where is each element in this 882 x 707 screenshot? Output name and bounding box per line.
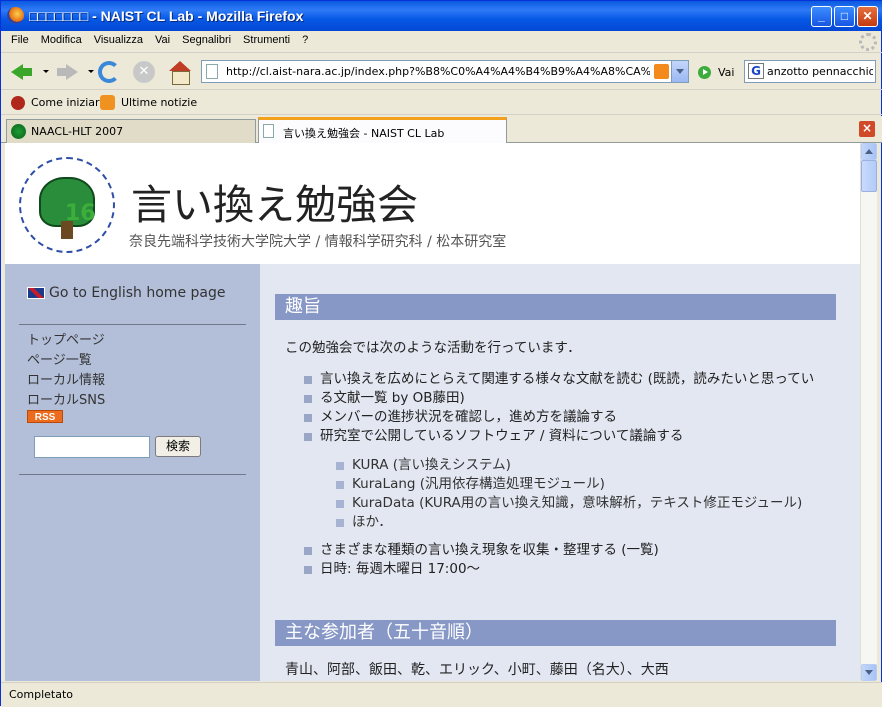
forward-arrow-icon[interactable]	[54, 59, 80, 85]
list-item-other: ほか．	[334, 513, 802, 532]
getting-started-icon	[11, 96, 25, 110]
tab-label: NAACL-HLT 2007	[31, 125, 124, 138]
close-tab-icon[interactable]: ×	[859, 121, 875, 137]
section-heading-purpose: 趣旨	[275, 294, 836, 320]
menu-file[interactable]: File	[5, 31, 35, 46]
google-engine-icon[interactable]: G	[748, 63, 764, 79]
list-item-kuradata[interactable]: KuraData (KURA用の言い換え知識，意味解析，テキスト修正モジュール)	[334, 494, 802, 513]
nav-page-list[interactable]: ページ一覧	[27, 351, 105, 371]
sidebar-nav: トップページ ページ一覧 ローカル情報 ローカルSNS	[27, 331, 105, 411]
list-item: メンバーの進捗状況を確認し，進め方を議論する	[302, 408, 814, 427]
stop-icon[interactable]: ✕	[133, 61, 155, 83]
english-link-label[interactable]: Go to English home page	[49, 285, 225, 301]
menu-modifica[interactable]: Modifica	[35, 31, 88, 46]
maximize-button[interactable]: □	[834, 6, 855, 27]
main-content: 趣旨 この勉強会では次のような活動を行っています． 言い換えを広めにとらえて関連…	[260, 264, 860, 681]
live-bookmark-icon	[100, 95, 115, 110]
divider	[19, 324, 246, 325]
menu-strumenti[interactable]: Strumenti	[237, 31, 296, 46]
scroll-up-arrow-icon[interactable]	[861, 143, 877, 160]
scroll-down-arrow-icon[interactable]	[861, 664, 877, 681]
tab-strip: NAACL-HLT 2007 言い換え勉強会 - NAIST CL Lab ×	[1, 116, 882, 144]
bookmark-latest-news[interactable]: Ultime notizie	[121, 96, 197, 109]
bookmarks-toolbar: Come iniziare Ultime notizie	[1, 91, 882, 115]
search-input[interactable]: anzotto pennacchiotti	[767, 65, 873, 78]
scroll-thumb[interactable]	[861, 160, 877, 192]
status-text: Completato	[9, 688, 74, 701]
minimize-button[interactable]: _	[811, 6, 832, 27]
vertical-scrollbar[interactable]	[860, 143, 877, 681]
site-favicon-icon	[11, 124, 26, 139]
list-item-kura[interactable]: KURA (言い換えシステム)	[334, 456, 802, 475]
nav-local-info[interactable]: ローカル情報	[27, 371, 105, 391]
address-bar[interactable]: http://cl.aist-nara.ac.jp/index.php?%B8%…	[201, 60, 689, 83]
members-text: 青山、阿部、飯田、乾、エリック、小町、藤田（名大）、大西	[285, 662, 669, 678]
menu-segnalibri[interactable]: Segnalibri	[176, 31, 237, 46]
bookmark-getting-started[interactable]: Come iniziare	[31, 96, 106, 109]
address-dropdown-icon[interactable]	[671, 61, 688, 82]
page-icon	[263, 124, 274, 138]
forward-history-dropdown-icon[interactable]	[88, 70, 94, 73]
go-icon[interactable]	[698, 66, 711, 79]
tab-naacl[interactable]: NAACL-HLT 2007	[6, 119, 256, 143]
throbber-icon	[859, 33, 877, 51]
page-subtitle: 奈良先端科学技術大学院大学 / 情報科学研究科 / 松本研究室	[129, 234, 507, 250]
divider	[19, 474, 246, 475]
activity-list: 言い換えを広めにとらえて関連する様々な文献を読む (既読，読みたいと思ってい る…	[302, 370, 814, 446]
window-title: □□□□□□□ - NAIST CL Lab - Mozilla Firefox	[29, 8, 304, 24]
close-button[interactable]: ✕	[857, 6, 878, 27]
menu-visualizza[interactable]: Visualizza	[88, 31, 149, 46]
status-bar: Completato	[1, 682, 882, 707]
firefox-icon	[7, 7, 24, 24]
uk-flag-icon	[27, 287, 45, 299]
menu-help[interactable]: ?	[296, 31, 314, 46]
reload-icon[interactable]	[98, 61, 120, 83]
section-heading-members: 主な参加者（五十音順）	[275, 620, 836, 646]
rss-badge[interactable]: RSS	[27, 410, 63, 423]
menu-bar: File Modifica Visualizza Vai Segnalibri Strum…	[1, 31, 882, 53]
list-item-continuation[interactable]: る文献一覧 by OB藤田)	[302, 389, 814, 408]
software-list: KURA (言い換えシステム) KuraLang (汎用依存構造処理モジュール)…	[334, 456, 802, 532]
rss-feed-icon[interactable]	[654, 64, 669, 79]
nav-top-page[interactable]: トップページ	[27, 331, 105, 351]
list-item-kuralang[interactable]: KuraLang (汎用依存構造処理モジュール)	[334, 475, 802, 494]
page-viewport: 16 言い換え勉強会 奈良先端科学技術大学院大学 / 情報科学研究科 / 松本研…	[5, 143, 860, 681]
tab-label: 言い換え勉強会 - NAIST CL Lab	[283, 127, 445, 140]
english-home-link[interactable]: Go to English home page	[27, 285, 225, 301]
site-header: 16 言い換え勉強会 奈良先端科学技術大学院大学 / 情報科学研究科 / 松本研…	[5, 143, 860, 264]
navigation-toolbar: ✕ http://cl.aist-nara.ac.jp/index.php?%B…	[1, 54, 882, 90]
site-search-input[interactable]	[34, 436, 150, 458]
title-bar[interactable]: □□□□□□□ - NAIST CL Lab - Mozilla Firefox…	[1, 1, 882, 31]
address-url[interactable]: http://cl.aist-nara.ac.jp/index.php?%B8%…	[226, 65, 650, 78]
home-icon[interactable]	[167, 59, 193, 85]
menu-vai[interactable]: Vai	[149, 31, 176, 46]
search-button[interactable]: 検索	[155, 436, 201, 457]
activity-list-2: さまざまな種類の言い換え現象を収集・整理する (一覧) 日時: 毎週木曜日 17…	[302, 541, 659, 579]
list-item: 言い換えを広めにとらえて関連する様々な文献を読む (既読，読みたいと思ってい	[302, 370, 814, 389]
list-item[interactable]: さまざまな種類の言い換え現象を収集・整理する (一覧)	[302, 541, 659, 560]
list-item: 研究室で公開しているソフトウェア / 資料について議論する	[302, 427, 814, 446]
list-item: 日時: 毎週木曜日 17:00〜	[302, 560, 659, 579]
back-history-dropdown-icon[interactable]	[43, 70, 49, 73]
logo-number: 16	[65, 201, 96, 226]
go-button-label[interactable]: Vai	[718, 66, 734, 79]
lab-logo: 16	[13, 151, 121, 255]
page-icon	[206, 64, 218, 79]
page-title: 言い換え勉強会	[131, 181, 418, 229]
browser-window: □□□□□□□ - NAIST CL Lab - Mozilla Firefox…	[0, 0, 882, 707]
back-arrow-icon[interactable]	[9, 59, 35, 85]
intro-text: この勉強会では次のような活動を行っています．	[285, 340, 581, 356]
web-search-box[interactable]: G anzotto pennacchiotti	[744, 60, 876, 83]
nav-local-sns[interactable]: ローカルSNS	[27, 391, 105, 411]
tab-paraphrase-study[interactable]: 言い換え勉強会 - NAIST CL Lab	[258, 117, 507, 144]
sidebar: Go to English home page トップページ ページ一覧 ローカ…	[5, 264, 260, 681]
